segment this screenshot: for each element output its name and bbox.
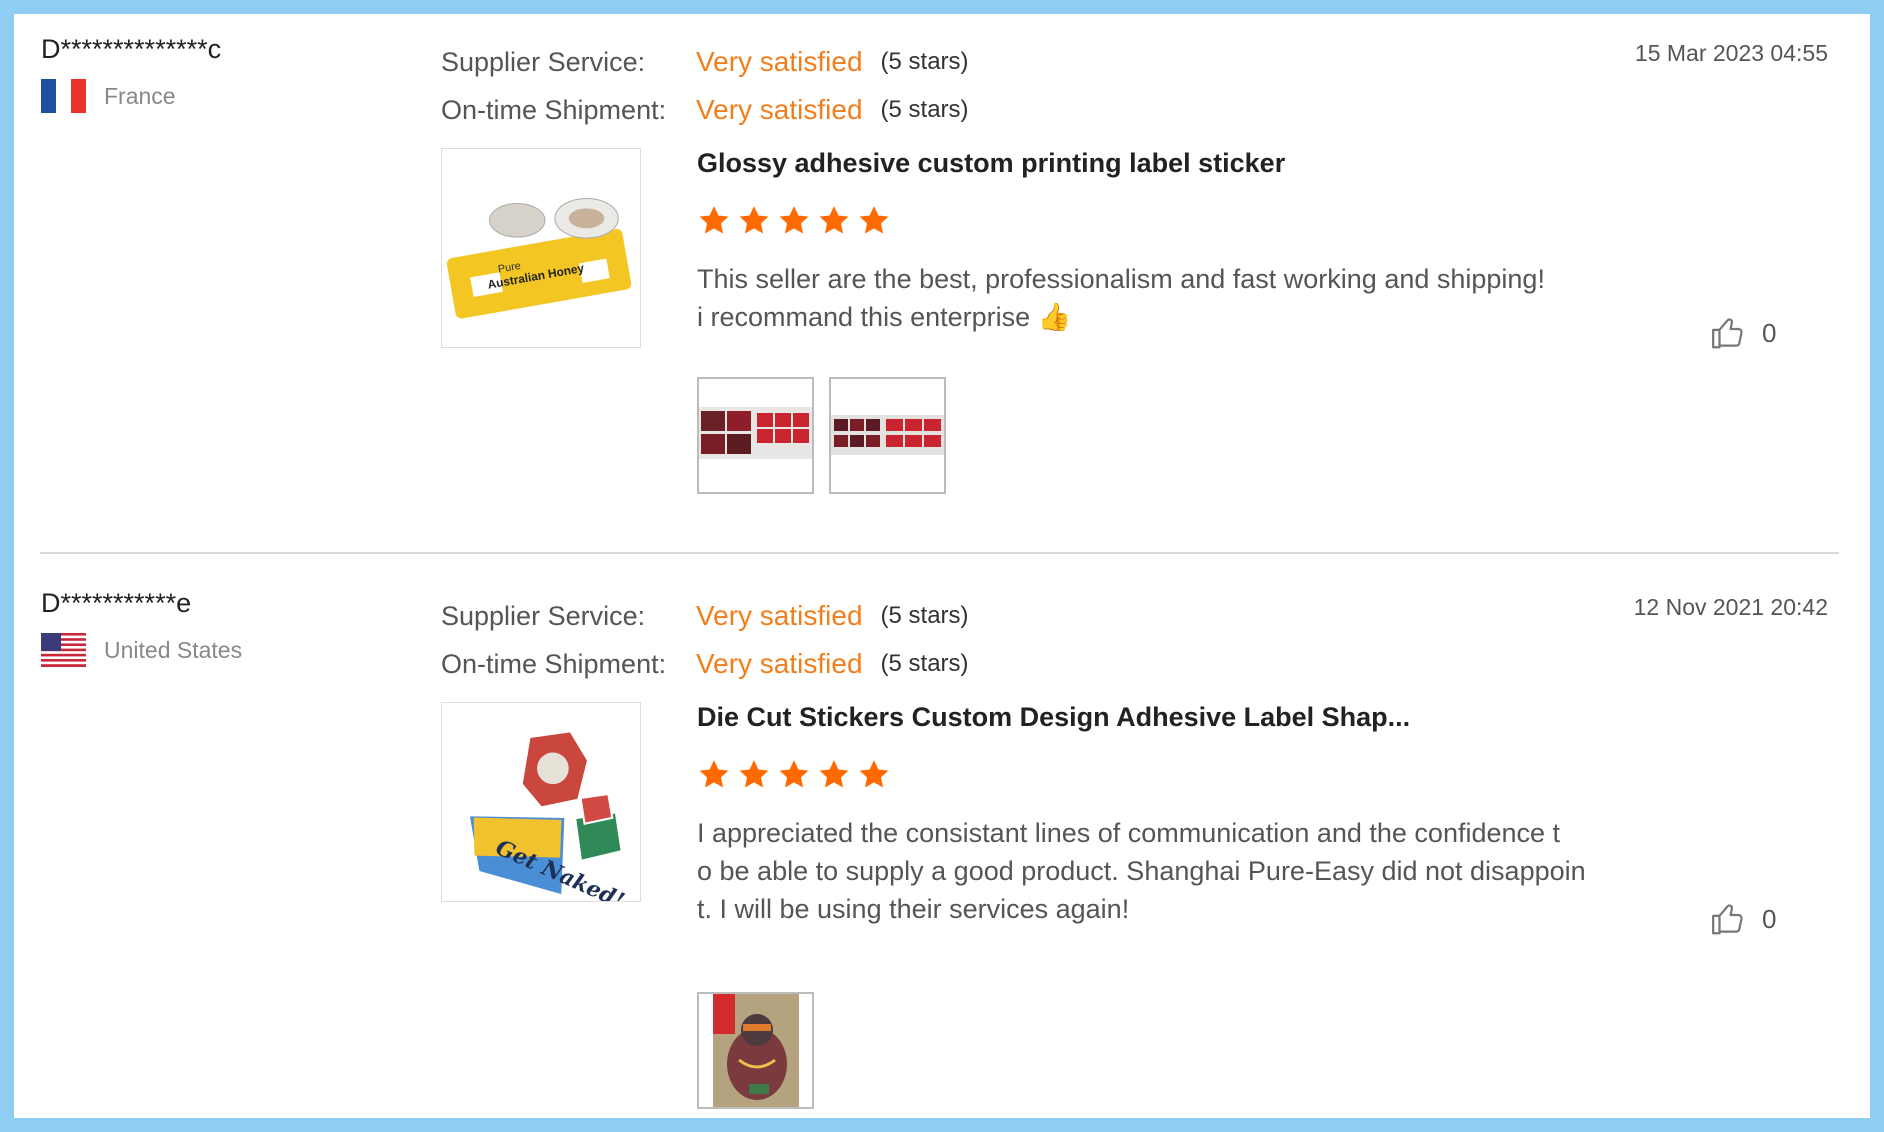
rating-label: On-time Shipment: (441, 94, 667, 125)
star-icon (819, 760, 849, 788)
rating-stars-text: (5 stars) (880, 96, 969, 123)
review-date: 15 Mar 2023 04:55 (1634, 40, 1828, 66)
buyer-country: United States (41, 632, 242, 668)
shipment-rating: On-time Shipment: Very satisfied (5 star… (441, 646, 969, 682)
flag-us-icon (41, 633, 86, 667)
sticker-sheet-photo (831, 379, 944, 492)
review-divider (40, 552, 1839, 554)
product-title[interactable]: Die Cut Stickers Custom Design Adhesive … (697, 702, 1410, 733)
reviews-panel: D**************c France Supplier Service… (14, 14, 1870, 1118)
sticker-sheet-photo (699, 379, 812, 492)
buyer-name: D**************c (41, 34, 222, 64)
rating-value: Very satisfied (696, 94, 863, 125)
die-cut-stickers-image: Get Naked! (442, 703, 640, 914)
review-text-line: This seller are the best, professionalis… (697, 264, 1545, 294)
supplier-service-rating: Supplier Service: Very satisfied (5 star… (441, 598, 969, 634)
review-text-line: i recommand this enterprise 👍 (697, 302, 1072, 332)
star-icon (859, 760, 889, 788)
shipment-rating: On-time Shipment: Very satisfied (5 star… (441, 92, 969, 128)
rating-stars-text: (5 stars) (880, 602, 969, 629)
rating-stars-text: (5 stars) (880, 650, 969, 677)
product-thumbnail[interactable]: Pure Australian Honey (441, 148, 641, 348)
review-text-line: o be able to supply a good product. Shan… (697, 856, 1586, 886)
label-roll-image: Pure Australian Honey (446, 198, 632, 319)
review-photos (697, 992, 829, 1109)
star-icon (739, 760, 769, 788)
rating-stars-text: (5 stars) (880, 48, 969, 75)
supplier-service-rating: Supplier Service: Very satisfied (5 star… (441, 44, 969, 80)
rating-label: Supplier Service: (441, 46, 646, 77)
star-icon (819, 206, 849, 234)
star-rating (697, 758, 897, 792)
rating-value: Very satisfied (696, 648, 863, 679)
country-name: France (104, 82, 176, 109)
review-card: D**************c France Supplier Service… (14, 14, 1870, 566)
country-name: United States (104, 636, 243, 663)
helpful-count: 0 (1762, 317, 1777, 348)
bird-sticker-photo (699, 994, 812, 1107)
star-icon (779, 206, 809, 234)
flag-france-icon (41, 79, 86, 113)
helpful-count: 0 (1762, 903, 1777, 934)
review-card: D***********e United States Supplier Ser… (14, 568, 1870, 1118)
review-text-line: I appreciated the consistant lines of co… (697, 818, 1561, 848)
review-text: I appreciated the consistant lines of co… (697, 814, 1597, 928)
product-thumbnail[interactable]: Get Naked! (441, 702, 641, 914)
helpful-button[interactable]: 0 (1710, 900, 1776, 938)
thumbs-up-icon (1712, 318, 1743, 349)
star-icon (739, 206, 769, 234)
rating-value: Very satisfied (696, 600, 863, 631)
buyer-name: D***********e (41, 588, 192, 618)
review-text: This seller are the best, professionalis… (697, 260, 1597, 336)
helpful-button[interactable]: 0 (1710, 314, 1776, 352)
rating-value: Very satisfied (696, 46, 863, 77)
star-icon (859, 206, 889, 234)
product-title[interactable]: Glossy adhesive custom printing label st… (697, 148, 1285, 179)
review-date: 12 Nov 2021 20:42 (1633, 594, 1828, 620)
review-photo[interactable] (697, 377, 814, 494)
review-photo[interactable] (697, 992, 814, 1109)
star-icon (699, 206, 729, 234)
star-icon (699, 760, 729, 788)
rating-label: Supplier Service: (441, 600, 646, 631)
thumbs-up-icon (1712, 904, 1743, 935)
review-text-line: t. I will be using their services again! (697, 894, 1130, 924)
star-icon (779, 760, 809, 788)
rating-label: On-time Shipment: (441, 648, 667, 679)
review-photos (697, 377, 961, 494)
star-rating (697, 204, 897, 238)
review-photo[interactable] (829, 377, 946, 494)
buyer-country: France (41, 78, 176, 114)
